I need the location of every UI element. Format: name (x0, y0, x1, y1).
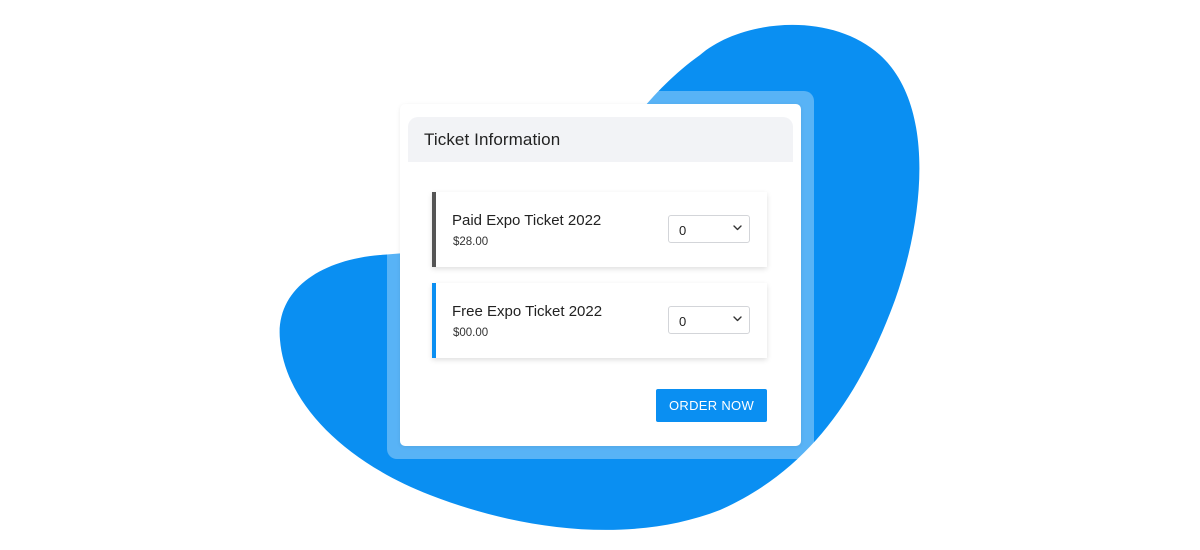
ticket-row-free: Free Expo Ticket 2022 $00.00 0 (432, 283, 767, 358)
quantity-select[interactable]: 0 (668, 306, 750, 334)
order-now-button[interactable]: ORDER NOW (656, 389, 767, 422)
ticket-row-paid: Paid Expo Ticket 2022 $28.00 0 (432, 192, 767, 267)
page-canvas: Ticket Information Paid Expo Ticket 2022… (0, 0, 1200, 550)
card-title: Ticket Information (424, 129, 561, 149)
chevron-down-icon (733, 225, 742, 231)
ticket-name: Free Expo Ticket 2022 (452, 303, 603, 320)
ticket-price: $00.00 (453, 327, 489, 339)
ticket-name: Paid Expo Ticket 2022 (452, 212, 602, 229)
card-header: Ticket Information (408, 117, 793, 162)
quantity-select[interactable]: 0 (668, 215, 750, 243)
ticket-information-card: Ticket Information Paid Expo Ticket 2022… (400, 104, 801, 446)
quantity-value: 0 (679, 223, 687, 238)
chevron-down-icon (733, 316, 742, 322)
quantity-value: 0 (679, 314, 687, 329)
ticket-price: $28.00 (453, 236, 489, 248)
